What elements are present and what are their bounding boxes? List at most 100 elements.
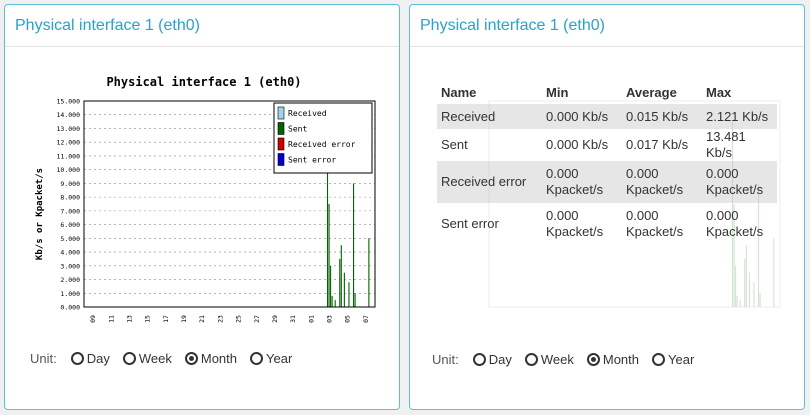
cell-max: 0.000 Kpacket/s [702,161,777,203]
legend-swatch [277,106,285,120]
legend-label: Sent error [288,156,336,165]
table-row: Sent 0.000 Kb/s 0.017 Kb/s 13.481 Kb/s [437,129,777,161]
unit-option-label: Year [266,350,293,366]
y-tick-label: 5.000 [60,235,80,243]
radio-day[interactable] [472,352,486,366]
unit-option-year[interactable]: Year [652,352,694,367]
unit-option-day[interactable]: Day [472,351,512,367]
x-tick-label: 19 [180,315,188,323]
stats-panel: Physical interface 1 (eth0) Name Min Ave… [409,4,805,410]
table-row: Received 0.000 Kb/s 0.015 Kb/s 2.121 Kb/… [437,104,777,129]
panel-title: Physical interface 1 (eth0) [15,17,200,34]
unit-selector: Unit: Day Week Month Year [30,348,305,368]
header-name: Name [441,84,477,100]
chart-panel: Physical interface 1 (eth0) Physical int… [4,4,400,410]
unit-option-month[interactable]: Month [586,351,639,367]
legend-swatch [277,137,285,151]
x-tick-label: 17 [162,315,170,323]
table-header-row: Name Min Average Max [437,80,777,104]
header-avg: Average [626,84,677,100]
x-tick-label: 23 [216,315,224,323]
x-tick-label: 15 [144,315,152,323]
x-tick-label: 29 [271,315,279,323]
table-row: Received error 0.000 Kpacket/s 0.000 Kpa… [437,161,777,203]
cell-name: Received error [437,161,542,203]
radio-month[interactable] [586,352,600,366]
radio-week[interactable] [122,351,136,365]
y-tick-label: 10.000 [57,166,81,174]
x-tick-label: 09 [89,315,97,323]
x-tick-label: 25 [235,315,243,323]
x-axis-ticks: 09 11 13 15 17 19 21 23 25 27 29 31 01 03 05 07 [89,315,370,323]
x-tick-label: 31 [289,315,297,323]
y-tick-label: 12.000 [57,139,81,147]
cell-name: Sent error [441,216,499,231]
y-tick-label: 0.000 [60,304,80,312]
radio-day[interactable] [70,351,84,365]
legend-label: Sent [288,125,307,134]
y-tick-label: 14.000 [57,111,81,119]
cell-avg: 0.015 Kb/s [622,104,702,129]
radio-month[interactable] [184,351,198,365]
cell-max: 0.000 Kpacket/s [706,208,764,239]
unit-option-day[interactable]: Day [70,350,110,366]
x-tick-label: 27 [253,315,261,323]
radio-week[interactable] [524,352,538,366]
legend-swatch [277,122,285,135]
chart-legend: Received Sent Received error Sent error [273,102,373,174]
panel-title: Physical interface 1 (eth0) [420,17,605,34]
y-tick-label: 9.000 [60,180,80,188]
header-max: Max [706,84,732,100]
x-tick-label: 21 [198,315,206,323]
unit-option-label: Year [668,351,695,367]
y-tick-label: 8.000 [60,194,80,202]
y-tick-label: 2.000 [60,276,80,284]
y-axis-ticks: 0.000 1.000 2.000 3.000 4.000 5.000 6.000 7.000… [57,98,81,312]
unit-selector: Unit: Day Week Month Year [432,349,707,369]
unit-option-label: Day [86,350,110,366]
cell-max: 13.481 Kb/s [706,129,746,160]
cell-max: 2.121 Kb/s [702,104,777,129]
y-tick-label: 3.000 [60,262,80,270]
unit-label: Unit: [30,350,57,366]
unit-option-label: Week [138,350,172,366]
unit-option-year[interactable]: Year [250,351,292,366]
y-tick-label: 4.000 [60,249,80,257]
x-tick-label: 11 [107,315,115,323]
cell-min: 0.000 Kb/s [546,137,609,152]
x-tick-label: 03 [326,315,334,323]
radio-year[interactable] [652,352,665,366]
y-tick-label: 15.000 [57,98,81,106]
cell-avg: 0.000 Kpacket/s [622,161,702,203]
unit-option-label: Month [602,351,639,367]
unit-option-label: Week [540,351,574,367]
traffic-chart: Physical interface 1 (eth0) Kb/s or Kpac… [35,75,376,323]
table-row: Sent error 0.000 Kpacket/s 0.000 Kpacket… [437,203,777,245]
stats-table: Name Min Average Max Received 0.000 Kb/s… [437,80,777,245]
cell-avg: 0.017 Kb/s [626,137,689,152]
radio-year[interactable] [250,351,263,365]
unit-option-label: Month [200,350,237,366]
legend-swatch [277,153,285,166]
legend-label: Received error [288,140,356,149]
cell-name: Received [437,104,542,129]
cell-min: 0.000 Kpacket/s [542,161,622,203]
panel-header: Physical interface 1 (eth0) [410,5,804,47]
y-tick-label: 11.000 [57,152,81,160]
cell-min: 0.000 Kb/s [542,104,622,129]
x-tick-label: 05 [344,315,352,323]
chart-title: Physical interface 1 (eth0) [106,75,301,89]
unit-option-week[interactable]: Week [122,350,172,366]
cell-name: Sent [441,137,468,152]
panel-header: Physical interface 1 (eth0) [5,5,399,47]
unit-option-label: Day [488,351,512,367]
unit-label: Unit: [432,351,459,367]
x-tick-label: 07 [362,315,370,323]
y-tick-label: 1.000 [60,290,80,298]
unit-option-month[interactable]: Month [184,350,237,366]
y-tick-label: 7.000 [60,207,80,215]
header-min: Min [546,84,569,100]
cell-avg: 0.000 Kpacket/s [626,208,684,239]
unit-option-week[interactable]: Week [524,351,574,367]
y-tick-label: 6.000 [60,221,80,229]
